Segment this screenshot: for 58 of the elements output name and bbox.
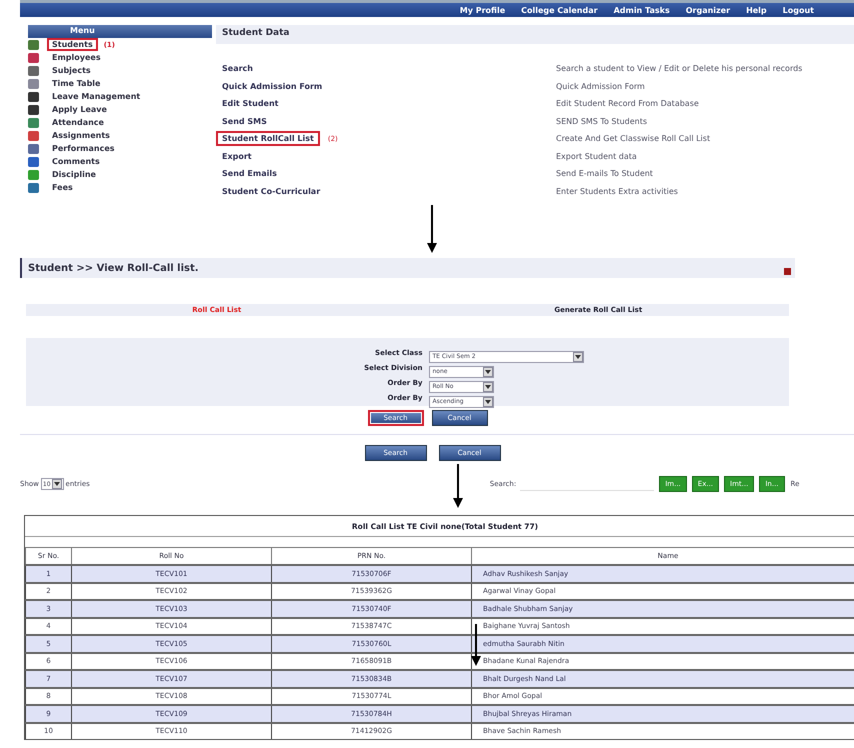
nav-link[interactable]: Help xyxy=(746,6,767,14)
menu-tile-icon xyxy=(28,66,39,76)
menu-tile-icon xyxy=(28,156,39,166)
option-link[interactable]: Quick Admission Form xyxy=(216,78,328,94)
option-description: Search a student to View / Edit or Delete his personal records xyxy=(556,64,802,74)
menu-item[interactable]: Apply Leave xyxy=(47,103,112,116)
option-description: Create And Get Classwise Roll Call List xyxy=(556,134,710,144)
menu-item[interactable]: Fees xyxy=(47,181,78,194)
option-link[interactable]: Export xyxy=(216,148,258,164)
option-description: Edit Student Record From Database xyxy=(556,99,699,108)
option-description: Export Student data xyxy=(556,152,637,161)
option-description: Quick Admission Form xyxy=(556,82,645,91)
menu-tile-icon xyxy=(28,92,39,102)
menu-tile-icon xyxy=(28,182,39,192)
section-title: Student Data xyxy=(216,25,854,44)
option-link[interactable]: Send Emails xyxy=(216,166,283,182)
menu-tile-icon xyxy=(28,104,39,114)
dropdown-arrow-icon[interactable] xyxy=(52,479,62,489)
arrow xyxy=(427,205,437,253)
menu-header: Menu xyxy=(28,25,212,38)
nav-link[interactable]: Organizer xyxy=(686,6,730,14)
nav-link[interactable]: Admin Tasks xyxy=(614,6,670,14)
option-link[interactable]: Student RollCall List xyxy=(216,131,320,146)
nav-link[interactable]: My Profile xyxy=(460,6,506,14)
menu-item[interactable]: Discipline xyxy=(47,168,101,181)
menu-tile-icon xyxy=(28,130,39,140)
menu-item[interactable]: Employees xyxy=(47,51,106,64)
option-link[interactable]: Edit Student xyxy=(216,96,284,112)
option-description: Send E-mails To Student xyxy=(556,169,653,178)
option-description: Enter Students Extra activities xyxy=(556,186,678,196)
option-link[interactable]: Student Co-Curricular xyxy=(216,184,326,199)
arrow xyxy=(453,464,463,508)
menu-tile-icon xyxy=(28,144,39,154)
menu-tile-icon xyxy=(28,170,39,180)
arrow xyxy=(471,624,481,666)
option-description: SEND SMS To Students xyxy=(556,116,648,126)
option-link[interactable]: Send SMS xyxy=(216,114,273,129)
close-icon[interactable] xyxy=(784,268,791,274)
dropdown-arrow-icon[interactable] xyxy=(572,352,582,362)
menu-tile-icon xyxy=(28,118,39,128)
menu-item[interactable]: Leave Management xyxy=(47,90,146,103)
menu-item[interactable]: Time Table xyxy=(47,77,106,90)
menu-item[interactable]: Assignments xyxy=(47,129,115,142)
dropdown-arrow-icon[interactable] xyxy=(482,366,492,376)
menu-item[interactable]: Subjects xyxy=(47,64,96,77)
nav-link[interactable]: Logout xyxy=(782,6,814,14)
menu-item[interactable]: Students xyxy=(47,38,98,51)
menu-tile-icon xyxy=(28,40,39,50)
menu-tile-icon xyxy=(28,52,39,62)
dropdown-arrow-icon[interactable] xyxy=(482,396,492,406)
menu-item[interactable]: Comments xyxy=(47,155,105,168)
page-title: Student >> View Roll-Call list. xyxy=(28,262,199,274)
menu-item[interactable]: Attendance xyxy=(47,116,109,129)
option-link[interactable]: Search xyxy=(216,61,259,76)
menu-tile-icon xyxy=(28,78,39,88)
dropdown-arrow-icon[interactable] xyxy=(482,382,492,392)
menu-item[interactable]: Performances xyxy=(47,142,120,155)
nav-link[interactable]: College Calendar xyxy=(521,6,598,14)
